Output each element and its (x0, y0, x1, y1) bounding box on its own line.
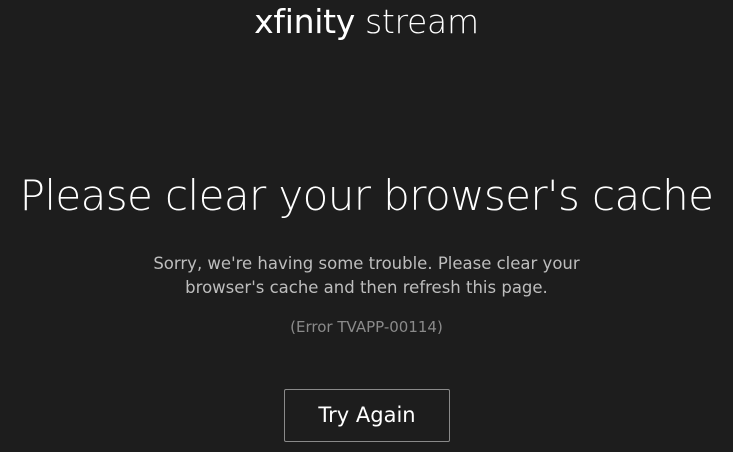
logo-brand: xfinity (254, 2, 355, 41)
logo-product: stream (364, 2, 479, 41)
xfinity-stream-logo: xfinity stream (0, 4, 733, 40)
error-message: Sorry, we're having some trouble. Please… (153, 254, 580, 297)
error-title: Please clear your browser's cache (19, 171, 714, 220)
error-code: (Error TVAPP-00114) (290, 318, 443, 336)
try-again-button[interactable]: Try Again (284, 389, 450, 442)
